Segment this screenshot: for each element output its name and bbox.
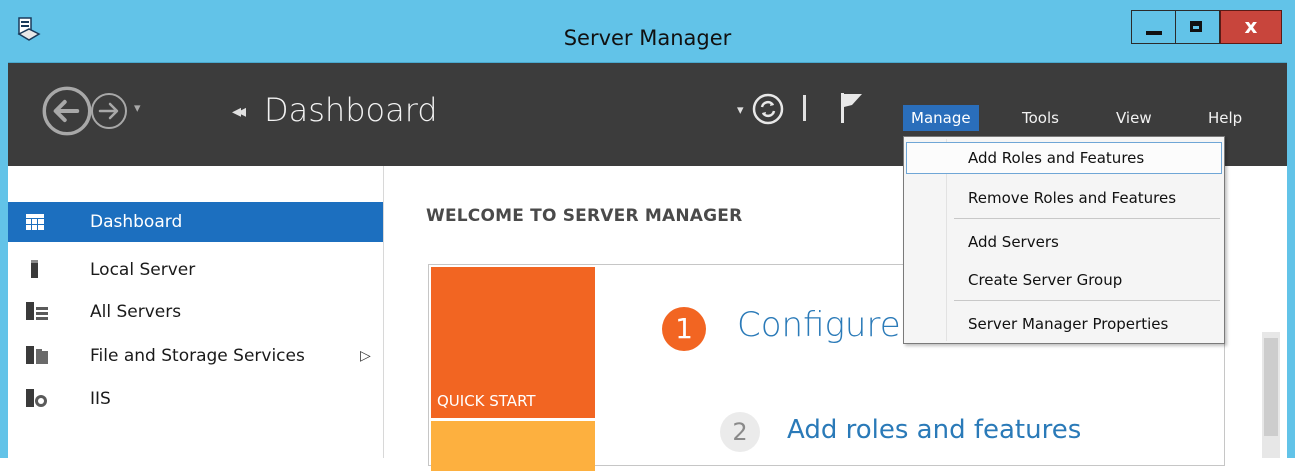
menu-item-add-servers[interactable]: Add Servers xyxy=(906,226,1222,258)
menu-item-server-manager-properties[interactable]: Server Manager Properties xyxy=(906,308,1222,340)
storage-icon xyxy=(26,346,48,364)
sidebar-item-label: All Servers xyxy=(90,302,182,322)
menu-help[interactable]: Help xyxy=(1200,105,1250,131)
iis-icon xyxy=(26,389,47,407)
menu-item-add-roles[interactable]: Add Roles and Features xyxy=(906,142,1222,174)
step-number-badge: 2 xyxy=(720,412,760,452)
window-title: Server Manager xyxy=(563,26,732,50)
add-roles-link[interactable]: Add roles and features xyxy=(787,415,1081,445)
menu-item-label: Remove Roles and Features xyxy=(968,189,1177,207)
sidebar-item-dashboard[interactable]: Dashboard xyxy=(8,202,383,242)
welcome-heading: WELCOME TO SERVER MANAGER xyxy=(426,206,743,226)
sidebar: Dashboard Local Server All Servers File … xyxy=(8,166,384,458)
maximize-icon xyxy=(1190,21,1202,32)
sidebar-item-all-servers[interactable]: All Servers xyxy=(8,292,383,332)
maximize-button[interactable] xyxy=(1175,10,1220,44)
server-icon xyxy=(31,260,38,278)
menu-item-label: Add Roles and Features xyxy=(968,149,1145,167)
breadcrumb: Dashboard xyxy=(264,91,438,129)
dashboard-grid-icon xyxy=(26,214,44,230)
quick-start-label: QUICK START xyxy=(437,392,536,410)
sidebar-item-local-server[interactable]: Local Server xyxy=(8,250,383,290)
sidebar-item-label: Dashboard xyxy=(90,212,183,232)
step-title[interactable]: Configure xyxy=(737,305,901,345)
title-bar: Server Manager x xyxy=(0,0,1295,63)
toolbar-separator xyxy=(803,95,806,121)
manage-dropdown-menu: Add Roles and Features Remove Roles and … xyxy=(903,136,1225,344)
refresh-dropdown-icon[interactable]: ▾ xyxy=(737,103,744,118)
scrollbar-thumb[interactable] xyxy=(1264,338,1278,436)
menu-view[interactable]: View xyxy=(1108,105,1160,131)
whats-new-tile[interactable] xyxy=(431,421,595,471)
menu-separator xyxy=(954,300,1220,301)
refresh-icon[interactable] xyxy=(752,93,784,125)
forward-button[interactable] xyxy=(90,92,128,130)
menu-item-create-server-group[interactable]: Create Server Group xyxy=(906,264,1222,296)
menu-tools[interactable]: Tools xyxy=(1014,105,1067,131)
menu-separator xyxy=(954,218,1220,219)
history-dropdown-icon[interactable]: ▾ xyxy=(134,101,141,116)
sidebar-item-label: IIS xyxy=(90,389,111,409)
menu-item-label: Create Server Group xyxy=(968,271,1123,289)
breadcrumb-chevron-icon: ◂◂ xyxy=(232,101,246,122)
menu-item-label: Add Servers xyxy=(968,233,1059,251)
sidebar-item-label: Local Server xyxy=(90,260,196,280)
back-button[interactable] xyxy=(42,86,92,136)
notifications-flag-icon[interactable] xyxy=(838,91,866,125)
minimize-button[interactable] xyxy=(1131,10,1176,44)
window-frame-right xyxy=(1287,0,1295,458)
menu-item-label: Server Manager Properties xyxy=(968,315,1169,333)
sidebar-item-file-storage[interactable]: File and Storage Services ▷ xyxy=(8,336,383,376)
close-icon: x xyxy=(1244,14,1258,38)
sidebar-item-label: File and Storage Services xyxy=(90,346,305,366)
sidebar-item-iis[interactable]: IIS xyxy=(8,379,383,419)
step-number-badge: 1 xyxy=(662,307,706,351)
menu-manage[interactable]: Manage xyxy=(903,105,979,131)
vertical-scrollbar[interactable] xyxy=(1262,332,1280,458)
quick-start-tile[interactable]: QUICK START xyxy=(431,267,595,418)
close-button[interactable]: x xyxy=(1220,10,1282,44)
minimize-icon xyxy=(1146,31,1162,35)
menu-item-remove-roles[interactable]: Remove Roles and Features xyxy=(906,182,1222,214)
servers-icon xyxy=(26,302,48,320)
expand-arrow-icon[interactable]: ▷ xyxy=(360,336,371,376)
window-frame-left xyxy=(0,0,8,458)
